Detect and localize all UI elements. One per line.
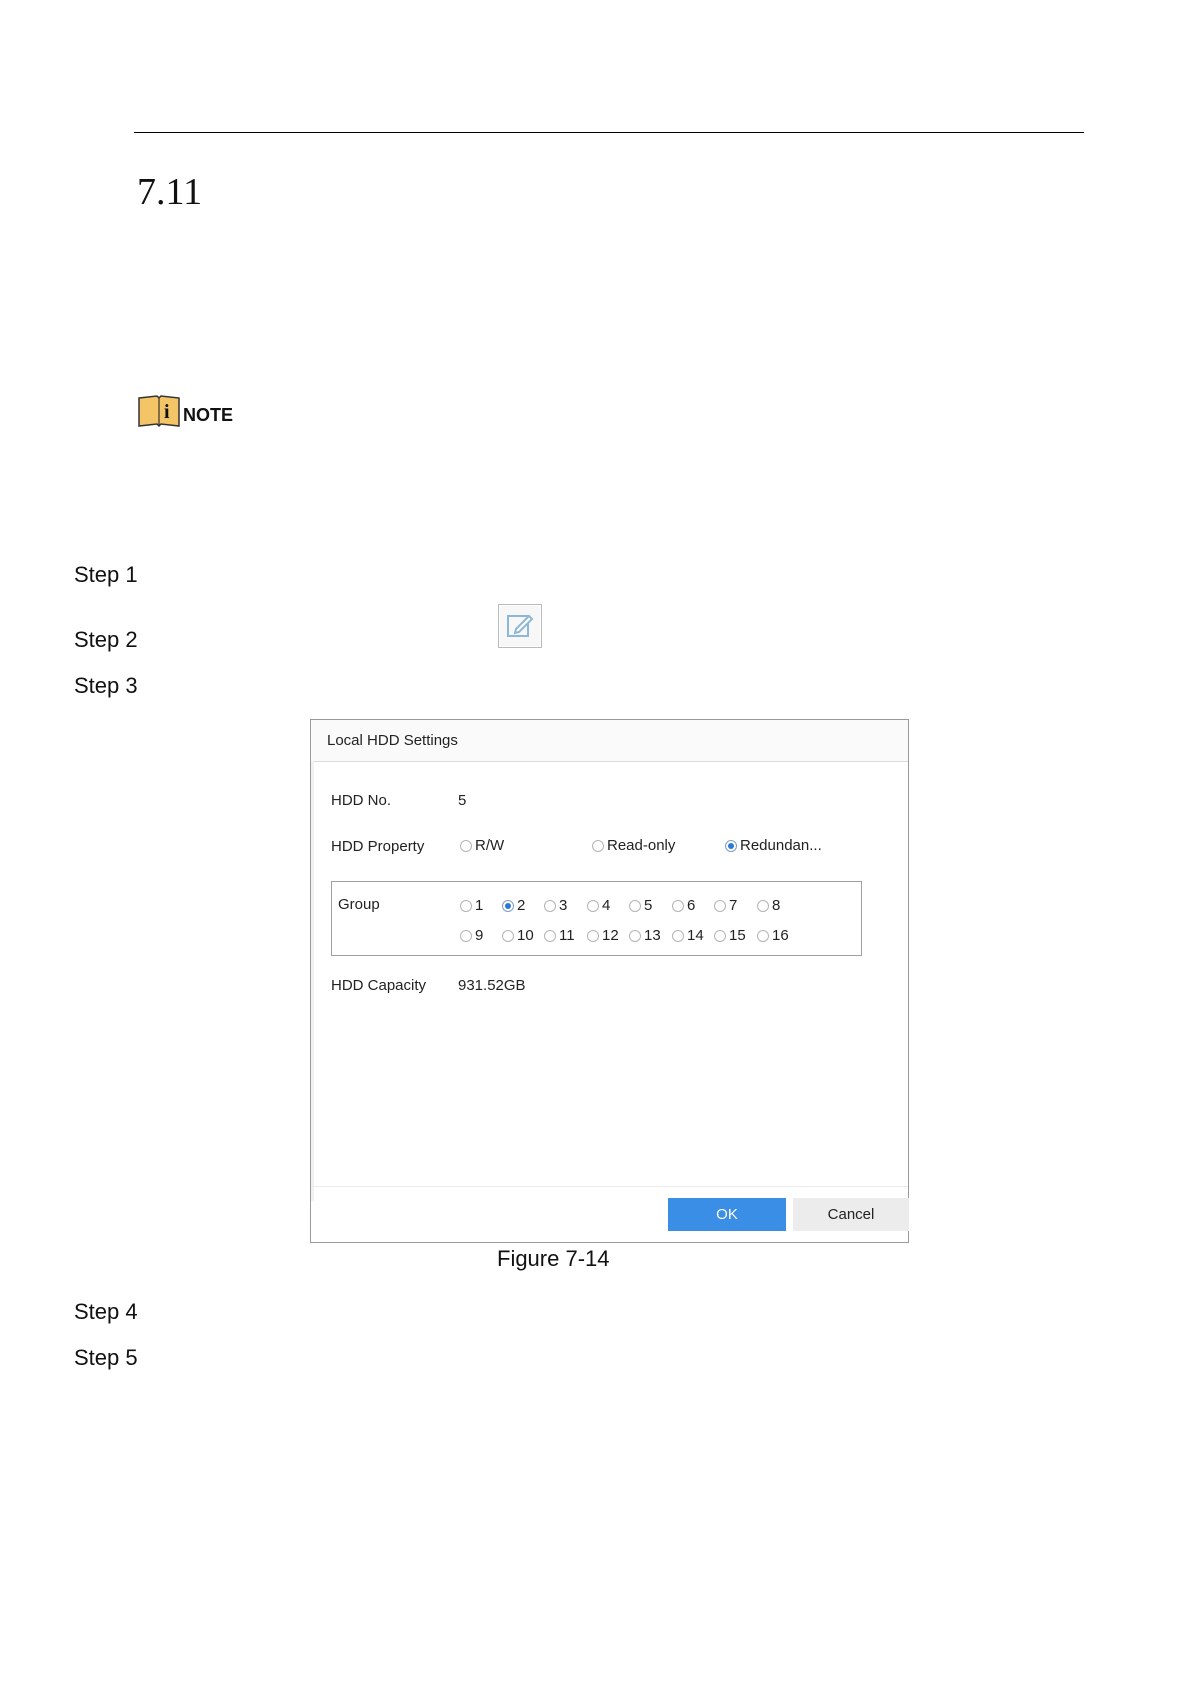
group-option-2[interactable]: 2	[502, 897, 525, 914]
group-option-label: 13	[644, 927, 661, 944]
group-option-label: 15	[729, 927, 746, 944]
header-rule	[134, 132, 1084, 133]
step-1: Step 1	[74, 562, 138, 587]
group-option-label: 12	[602, 927, 619, 944]
group-option-label: 16	[772, 927, 789, 944]
radio-icon	[757, 899, 769, 912]
step-3: Step 3	[74, 673, 138, 698]
hdd-property-label: HDD Property	[331, 838, 425, 855]
group-option-9[interactable]: 9	[460, 927, 483, 944]
hdd-capacity-value: 931.52GB	[458, 977, 526, 994]
radio-selected-icon	[502, 899, 514, 912]
radio-icon	[460, 839, 472, 852]
group-box: Group 1 2 3 4 5 6 7 8 9 10 11 12 13 14 15 16	[331, 881, 862, 956]
group-option-label: 10	[517, 927, 534, 944]
svg-text:i: i	[164, 401, 170, 423]
radio-icon	[629, 929, 641, 942]
group-option-label: 3	[559, 897, 568, 914]
radio-icon	[714, 929, 726, 942]
note-callout: i NOTE	[137, 394, 233, 428]
group-option-3[interactable]: 3	[544, 897, 567, 914]
group-option-label: 2	[517, 897, 526, 914]
group-option-label: 11	[559, 927, 575, 944]
group-option-4[interactable]: 4	[587, 897, 610, 914]
group-option-label: 14	[687, 927, 704, 944]
radio-icon	[587, 929, 599, 942]
group-option-14[interactable]: 14	[672, 927, 704, 944]
group-option-1[interactable]: 1	[460, 897, 483, 914]
group-option-label: 7	[729, 897, 738, 914]
radio-icon	[502, 929, 514, 942]
group-option-8[interactable]: 8	[757, 897, 780, 914]
dialog-footer-divider	[311, 1186, 908, 1187]
property-option-read-only[interactable]: Read-only	[592, 837, 675, 854]
hdd-no-label: HDD No.	[331, 792, 392, 809]
edit-icon[interactable]	[498, 604, 542, 648]
radio-icon	[592, 839, 604, 852]
dialog-title: Local HDD Settings	[311, 720, 908, 762]
group-option-label: 6	[687, 897, 696, 914]
group-option-label: 4	[602, 897, 611, 914]
radio-icon	[460, 899, 472, 912]
figure-caption: Figure 7-14	[497, 1246, 610, 1271]
radio-icon	[544, 899, 556, 912]
group-option-label: 9	[475, 927, 484, 944]
hdd-capacity-label: HDD Capacity	[331, 977, 427, 994]
property-option-redundant[interactable]: Redundan...	[725, 837, 822, 854]
property-option-rw[interactable]: R/W	[460, 837, 504, 854]
step-4: Step 4	[74, 1299, 138, 1324]
note-label: NOTE	[183, 405, 234, 425]
group-option-16[interactable]: 16	[757, 927, 789, 944]
cancel-button[interactable]: Cancel	[793, 1198, 909, 1231]
note-book-icon: i	[138, 395, 180, 428]
radio-icon	[672, 899, 684, 912]
radio-selected-icon	[725, 839, 737, 852]
hdd-no-value: 5	[458, 792, 467, 809]
group-option-7[interactable]: 7	[714, 897, 737, 914]
radio-icon	[629, 899, 641, 912]
group-option-5[interactable]: 5	[629, 897, 652, 914]
radio-icon	[757, 929, 769, 942]
group-option-15[interactable]: 15	[714, 927, 746, 944]
group-option-label: 5	[644, 897, 653, 914]
radio-icon	[714, 899, 726, 912]
group-option-label: 1	[475, 897, 484, 914]
group-option-11[interactable]: 11	[544, 927, 575, 944]
ok-button[interactable]: OK	[668, 1198, 786, 1231]
group-option-13[interactable]: 13	[629, 927, 661, 944]
radio-icon	[587, 899, 599, 912]
radio-icon	[672, 929, 684, 942]
group-option-10[interactable]: 10	[502, 927, 534, 944]
dialog-edge	[311, 761, 314, 1201]
step-5: Step 5	[74, 1345, 138, 1370]
group-label: Group	[338, 896, 380, 913]
radio-icon	[460, 929, 472, 942]
property-option-label: R/W	[475, 837, 505, 854]
step-2: Step 2	[74, 627, 138, 652]
property-option-label: Redundan...	[740, 837, 822, 854]
radio-icon	[544, 929, 556, 942]
section-number: 7.11	[137, 171, 203, 213]
group-option-label: 8	[772, 897, 781, 914]
property-option-label: Read-only	[607, 837, 676, 854]
group-option-6[interactable]: 6	[672, 897, 695, 914]
local-hdd-settings-dialog: Local HDD Settings HDD No. 5 HDD Propert…	[310, 719, 909, 1243]
group-option-12[interactable]: 12	[587, 927, 619, 944]
